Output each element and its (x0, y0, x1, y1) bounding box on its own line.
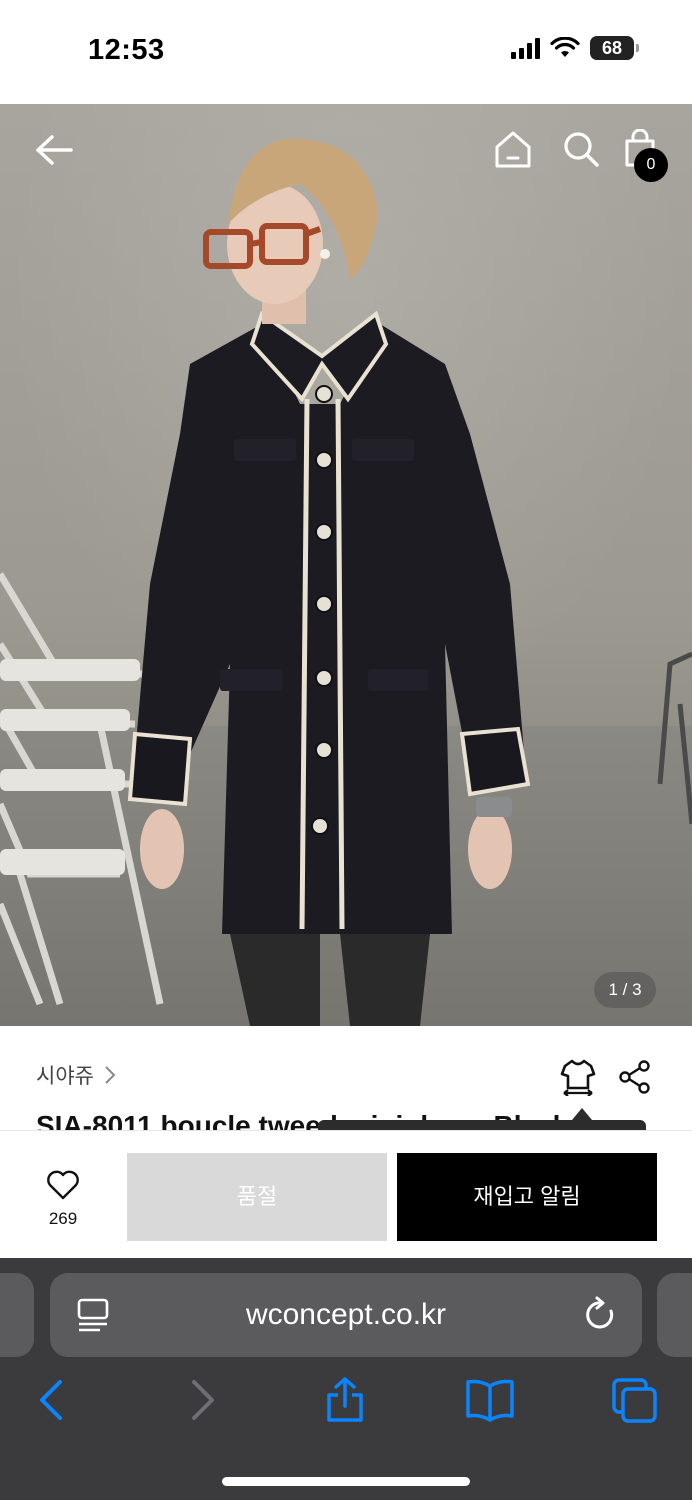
reload-button[interactable] (584, 1295, 618, 1338)
tabs-icon (612, 1378, 657, 1423)
status-time: 12:53 (88, 34, 165, 66)
cart-button[interactable]: 0 (620, 126, 668, 182)
share-upload-icon (327, 1377, 363, 1422)
url-text: wconcept.co.kr (245, 1298, 447, 1331)
image-page-indicator: 1 / 3 (594, 972, 656, 1008)
product-info-actions (560, 1058, 652, 1101)
chevron-left-icon (40, 1380, 62, 1420)
share-button[interactable] (618, 1060, 652, 1099)
brand-name: 시야쥬 (36, 1065, 94, 1088)
search-button[interactable] (558, 126, 604, 172)
cellular-signal-icon (511, 37, 540, 59)
search-icon (564, 132, 599, 167)
image-top-nav: 0 (0, 104, 692, 194)
back-arrow-icon (36, 135, 73, 165)
size-guide-button[interactable] (560, 1058, 596, 1101)
heart-icon (47, 1170, 79, 1200)
previous-tab-peek[interactable] (0, 1273, 34, 1357)
wifi-icon (550, 37, 580, 57)
chevron-right-icon (105, 1066, 116, 1084)
book-icon (466, 1379, 514, 1422)
next-tab-peek[interactable] (657, 1273, 692, 1357)
home-icon (495, 131, 531, 168)
size-guide-tooltip-arrow (572, 1108, 592, 1120)
home-indicator (222, 1477, 470, 1486)
browser-share-button[interactable] (324, 1376, 366, 1429)
home-button[interactable] (490, 126, 536, 172)
browser-forward-button[interactable] (186, 1376, 220, 1429)
share-icon (619, 1060, 650, 1094)
status-bar: 12:53 68 (0, 0, 692, 104)
status-indicators: 68 (511, 36, 639, 60)
tabs-button[interactable] (610, 1376, 660, 1429)
address-bar[interactable]: wconcept.co.kr (50, 1273, 642, 1357)
product-image[interactable] (0, 104, 692, 1026)
bookmarks-button[interactable] (464, 1376, 516, 1429)
brand-link[interactable]: 시야쥬 (36, 1060, 116, 1090)
chevron-right-icon (192, 1380, 214, 1420)
like-button[interactable]: 269 (30, 1170, 96, 1229)
back-button[interactable] (32, 128, 76, 172)
restock-alert-button[interactable]: 재입고 알림 (397, 1153, 657, 1241)
reload-icon (586, 1296, 614, 1329)
model-illustration (0, 138, 692, 1026)
cart-count-badge: 0 (634, 148, 668, 182)
size-guide-shirt-icon (560, 1059, 596, 1097)
browser-back-button[interactable] (34, 1376, 68, 1429)
battery-indicator: 68 (590, 36, 639, 60)
soldout-button[interactable]: 품절 (127, 1153, 387, 1241)
like-count: 269 (48, 1209, 78, 1228)
